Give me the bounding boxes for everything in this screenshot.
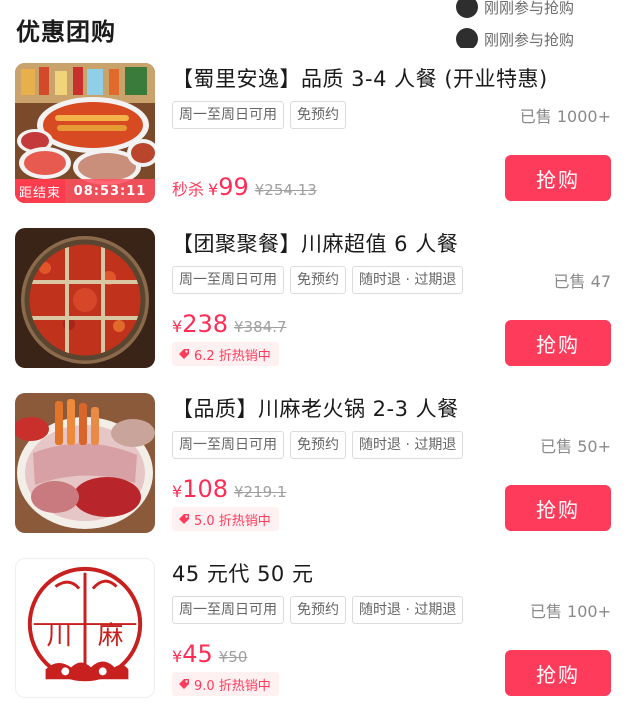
section-title: 优惠团购 [16, 18, 116, 46]
purchase-ticker: 刚刚参与抢购 刚刚参与抢购 [456, 0, 631, 48]
discount-text: 9.0 折热销中 [194, 678, 271, 694]
sold-count: 已售 47 [553, 272, 611, 291]
avatar-icon [456, 28, 478, 48]
original-price: ¥384.7 [234, 318, 287, 336]
original-price: ¥50 [218, 648, 248, 666]
buy-button[interactable]: 抢购 [505, 650, 611, 696]
discount-badge: 5.0 折热销中 [172, 507, 279, 531]
countdown-bar: 距结束 08:53:11 [15, 179, 155, 203]
countdown-label: 距结束 [15, 179, 66, 203]
sold-count: 已售 1000+ [519, 107, 611, 126]
discount-badge: 6.2 折热销中 [172, 342, 279, 366]
deal-title[interactable]: 【品质】川麻老火锅 2-3 人餐 [172, 393, 459, 423]
discount-text: 5.0 折热销中 [194, 513, 271, 529]
deals-header: 优惠团购 刚刚参与抢购 刚刚参与抢购 [0, 0, 631, 56]
nine-grid-hotpot-image [15, 228, 155, 368]
ticker-text: 刚刚参与抢购 [484, 0, 575, 17]
meat-platter-image [15, 393, 155, 533]
tag-refund-policy: 随时退 · 过期退 [352, 431, 464, 459]
deal-tags: 周一至周日可用 免预约 [172, 101, 346, 129]
current-price: ¥238 [172, 310, 228, 338]
ticker-row: 刚刚参与抢购 [456, 28, 574, 48]
tag-availability: 周一至周日可用 [172, 101, 284, 129]
original-price: ¥254.13 [254, 181, 317, 199]
price-tag-icon [178, 678, 190, 690]
tag-no-reservation: 免预约 [290, 266, 346, 294]
deal-image[interactable]: 川 麻 [15, 558, 155, 698]
price-line: ¥108 ¥219.1 [172, 475, 287, 503]
restaurant-logo-image: 川 麻 [16, 559, 154, 697]
countdown-time: 08:53:11 [65, 179, 155, 203]
deal-image[interactable] [15, 228, 155, 368]
deal-tags: 周一至周日可用 免预约 随时退 · 过期退 [172, 596, 464, 624]
tag-no-reservation: 免预约 [290, 596, 346, 624]
logo-char-right: 麻 [98, 621, 124, 651]
tag-no-reservation: 免预约 [290, 101, 346, 129]
deal-title[interactable]: 【团聚聚餐】川麻超值 6 人餐 [172, 228, 458, 258]
logo-char-left: 川 [47, 621, 73, 651]
sold-count: 已售 50+ [540, 437, 611, 456]
sold-count: 已售 100+ [529, 602, 611, 621]
price-line: ¥45 ¥50 [172, 640, 247, 668]
tag-refund-policy: 随时退 · 过期退 [352, 266, 464, 294]
avatar-icon [456, 0, 478, 18]
buy-button[interactable]: 抢购 [505, 320, 611, 366]
tag-refund-policy: 随时退 · 过期退 [352, 596, 464, 624]
deal-title[interactable]: 45 元代 50 元 [172, 558, 313, 588]
original-price: ¥219.1 [234, 483, 287, 501]
price-line: ¥238 ¥384.7 [172, 310, 287, 338]
tag-availability: 周一至周日可用 [172, 266, 284, 294]
tag-availability: 周一至周日可用 [172, 596, 284, 624]
current-price: ¥108 [172, 475, 228, 503]
deal-tags: 周一至周日可用 免预约 随时退 · 过期退 [172, 431, 464, 459]
deal-card[interactable]: 川 麻 45 元代 50 元 周一至周日可用 免预约 随时退 · 过期退 已售 … [0, 558, 631, 723]
price-line: 秒杀 ¥99 ¥254.13 [172, 173, 317, 201]
flash-sale-label: 秒杀 [172, 180, 205, 199]
discount-text: 6.2 折热销中 [194, 348, 271, 364]
deal-image[interactable] [15, 393, 155, 533]
discount-badge: 9.0 折热销中 [172, 672, 279, 696]
tag-availability: 周一至周日可用 [172, 431, 284, 459]
deal-card[interactable]: 【团聚聚餐】川麻超值 6 人餐 周一至周日可用 免预约 随时退 · 过期退 已售… [0, 228, 631, 393]
deal-card[interactable]: 距结束 08:53:11 【蜀里安逸】品质 3-4 人餐 (开业特惠) 周一至周… [0, 63, 631, 228]
current-price: ¥99 [208, 173, 249, 201]
deal-tags: 周一至周日可用 免预约 随时退 · 过期退 [172, 266, 464, 294]
current-price: ¥45 [172, 640, 213, 668]
price-tag-icon [178, 348, 190, 360]
deal-image[interactable]: 距结束 08:53:11 [15, 63, 155, 203]
ticker-text: 刚刚参与抢购 [484, 30, 575, 49]
deal-card[interactable]: 【品质】川麻老火锅 2-3 人餐 周一至周日可用 免预约 随时退 · 过期退 已… [0, 393, 631, 558]
buy-button[interactable]: 抢购 [505, 155, 611, 201]
tag-no-reservation: 免预约 [290, 431, 346, 459]
deal-title[interactable]: 【蜀里安逸】品质 3-4 人餐 (开业特惠) [172, 63, 548, 93]
ticker-row: 刚刚参与抢购 [456, 0, 574, 18]
price-tag-icon [178, 513, 190, 525]
buy-button[interactable]: 抢购 [505, 485, 611, 531]
